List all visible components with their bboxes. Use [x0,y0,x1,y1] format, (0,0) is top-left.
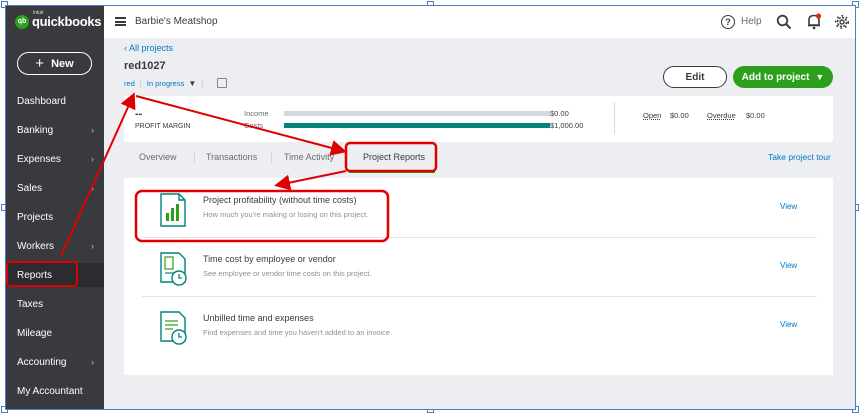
add-to-project-button[interactable]: Add to project ▼ [733,66,833,88]
report-title[interactable]: Unbilled time and expenses [203,313,314,323]
quickbooks-logo[interactable]: qb quickbooks [15,14,102,29]
screenshot-frame: qb quickbooks intuit + New Dashboard Ban… [5,5,856,410]
costs-bar [284,123,550,128]
income-label: Income [244,109,269,118]
chevron-right-icon: › [91,154,94,164]
chevron-right-icon: › [91,241,94,251]
active-tab-indicator [349,170,435,173]
chevron-down-icon: ▼ [815,72,825,82]
open-label[interactable]: Open [643,111,661,120]
sidebar-item-label: Banking [17,124,54,136]
unbilled-report-icon [160,311,187,345]
back-link-label: All projects [129,43,174,53]
chevron-down-icon[interactable]: ▼ [188,79,196,88]
sidebar-item-projects[interactable]: Projects [6,205,104,229]
profitability-report-icon [160,193,186,227]
search-icon[interactable] [776,14,792,30]
sidebar-item-workers[interactable]: Workers › [6,234,104,258]
overdue-amount: $0.00 [746,111,765,120]
edit-button[interactable]: Edit [663,66,727,88]
sidebar-item-sales[interactable]: Sales › [6,176,104,200]
costs-amount: $1,000.00 [550,121,584,130]
sidebar-item-mileage[interactable]: Mileage [6,321,104,345]
income-amount: $0.00 [550,109,569,118]
project-name: red1027 [124,60,166,72]
costs-label: Costs [244,121,264,130]
profit-margin-value: -- [135,108,143,120]
sidebar-item-label: Projects [17,211,54,223]
sidebar-item-accounting[interactable]: Accounting › [6,350,104,374]
project-summary-card: -- PROFIT MARGIN Income $0.00 Costs $1,0… [124,96,833,142]
tab-transactions[interactable]: Transactions [206,152,257,162]
profit-margin-label: PROFIT MARGIN [135,123,191,130]
project-tabs: Overview Transactions Time Activity Proj… [124,144,833,174]
tab-separator [271,151,272,163]
chevron-right-icon: › [91,357,94,367]
sidebar-item-label: Taxes [17,298,44,310]
summary-divider [614,102,615,134]
sidebar-item-label: Workers [17,240,55,252]
sidebar-item-label: Mileage [17,327,53,339]
sidebar-item-label: My Accountant [17,385,83,397]
report-title[interactable]: Project profitability (without time cost… [203,195,357,205]
chevron-right-icon: › [91,125,94,135]
gear-icon[interactable] [834,14,850,30]
view-report-link[interactable]: View [780,320,797,329]
company-name: Barbie's Meatshop [135,16,218,27]
status-dropdown[interactable]: In progress [147,79,185,88]
costs-bar-fill [284,123,550,128]
customer-link[interactable]: red [124,79,135,88]
sidebar-item-label: Accounting [17,356,67,368]
bell-icon[interactable] [806,13,822,30]
report-row-project-profitability[interactable]: Project profitability (without time cost… [142,180,817,238]
sidebar-item-banking[interactable]: Banking › [6,118,104,142]
sidebar-item-taxes[interactable]: Taxes [6,292,104,316]
sidebar: qb quickbooks intuit + New Dashboard Ban… [6,6,104,409]
meta-separator: | [139,78,142,88]
report-row-time-cost[interactable]: Time cost by employee or vendor See empl… [142,239,817,297]
view-report-link[interactable]: View [780,202,797,211]
chevron-right-icon: › [91,183,94,193]
notes-icon[interactable] [217,78,228,88]
annotation-highlight-reports [6,261,78,287]
top-bar: Barbie's Meatshop ? Help [104,6,855,38]
sidebar-item-expenses[interactable]: Expenses › [6,147,104,171]
report-description: How much you're making or losing on this… [203,210,369,219]
report-row-unbilled-time[interactable]: Unbilled time and expenses Find expenses… [142,298,817,356]
new-button-label: New [51,57,74,70]
help-label[interactable]: Help [741,16,762,27]
overdue-label[interactable]: Overdue [707,111,736,120]
sidebar-item-label: Sales [17,182,43,194]
tab-project-reports[interactable]: Project Reports [363,152,425,162]
add-to-project-label: Add to project [741,71,810,83]
sidebar-item-label: Expenses [17,153,61,165]
hamburger-menu-icon[interactable] [115,17,126,26]
sidebar-item-my-accountant[interactable]: My Accountant [6,379,104,403]
report-description: See employee or vendor time costs on thi… [203,269,372,278]
report-description: Find expenses and time you haven't added… [203,328,393,337]
plus-icon: + [35,55,45,72]
brand-name: quickbooks [32,14,102,29]
meta-separator: | [201,78,204,88]
income-bar [284,111,550,116]
tab-time-activity[interactable]: Time Activity [284,152,334,162]
project-reports-panel: Project profitability (without time cost… [124,178,833,375]
time-cost-report-icon [160,252,187,286]
qb-logo-icon: qb [15,14,29,29]
sidebar-item-dashboard[interactable]: Dashboard [6,89,104,113]
tab-separator [194,151,195,163]
take-project-tour-link[interactable]: Take project tour [768,152,831,162]
view-report-link[interactable]: View [780,261,797,270]
intuit-label: intuit [33,10,44,16]
tab-overview[interactable]: Overview [139,152,177,162]
report-title[interactable]: Time cost by employee or vendor [203,254,336,264]
open-amount: $0.00 [670,111,689,120]
sidebar-item-label: Dashboard [17,95,66,107]
back-to-projects-link[interactable]: ‹ All projects [124,43,173,53]
new-button[interactable]: + New [17,52,92,75]
help-icon[interactable]: ? [721,15,735,29]
project-meta: red | In progress ▼ | [124,78,228,88]
